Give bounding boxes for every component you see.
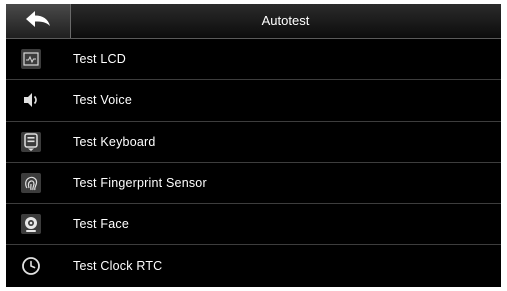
menu-item-label: Test LCD — [73, 52, 127, 67]
menu-item-test-clock-rtc[interactable]: Test Clock RTC — [6, 245, 501, 286]
menu-item-test-voice[interactable]: Test Voice — [6, 80, 501, 122]
menu-item-label: Test Voice — [73, 93, 132, 108]
lcd-icon — [20, 48, 42, 70]
keyboard-icon — [20, 131, 42, 153]
menu-item-label: Test Face — [73, 217, 129, 232]
fingerprint-icon — [20, 172, 42, 194]
clock-icon — [20, 255, 42, 277]
menu-item-label: Test Fingerprint Sensor — [73, 176, 207, 191]
camera-icon — [20, 213, 42, 235]
menu-item-test-fingerprint-sensor[interactable]: Test Fingerprint Sensor — [6, 163, 501, 205]
menu-item-label: Test Clock RTC — [73, 259, 163, 274]
menu-item-test-keyboard[interactable]: Test Keyboard — [6, 122, 501, 163]
back-arrow-icon — [24, 10, 52, 33]
back-button[interactable] — [6, 4, 71, 38]
menu-item-label: Test Keyboard — [73, 134, 156, 149]
menu-item-test-lcd[interactable]: Test LCD — [6, 39, 501, 81]
speaker-icon — [20, 89, 42, 111]
page-title: Autotest — [261, 13, 310, 28]
menu-item-test-face[interactable]: Test Face — [6, 204, 501, 246]
header-bar: Autotest — [6, 4, 501, 39]
autotest-screen: Autotest Test LCD Test Voice Test Keyboa… — [6, 4, 501, 287]
autotest-menu: Test LCD Test Voice Test Keyboard Test F… — [6, 39, 501, 287]
